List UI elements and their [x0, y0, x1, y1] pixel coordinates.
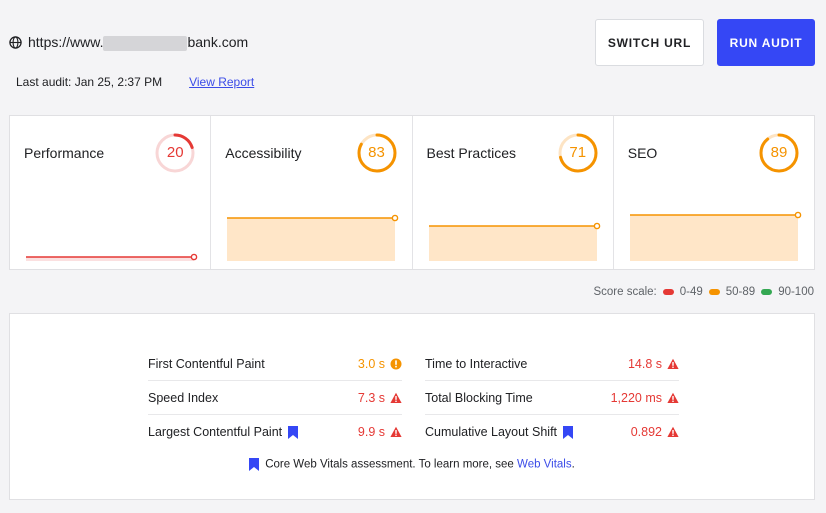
- metric-label-text: Largest Contentful Paint: [148, 424, 283, 439]
- metric-value: 3.0 s: [358, 357, 402, 371]
- trend-chart: [428, 222, 600, 261]
- url-suffix: bank.com: [187, 34, 249, 50]
- metric-value-text: 1,220 ms: [610, 390, 662, 405]
- legend-range: 0-49: [679, 286, 703, 298]
- legend-label: Score scale:: [593, 286, 657, 298]
- metric-label: Time to Interactive: [425, 357, 628, 371]
- metric-label-text: Total Blocking Time: [425, 390, 533, 405]
- metric-label: Total Blocking Time: [425, 391, 611, 405]
- metric-value-text: 3.0 s: [357, 356, 385, 371]
- info-circle-icon: [390, 358, 402, 369]
- warning-triangle-icon: [667, 358, 679, 369]
- metrics-right-column: Time to Interactive 14.8 s Total Blocking …: [425, 347, 679, 449]
- metric-value-text: 7.3 s: [357, 390, 385, 405]
- metric-value-text: 0.892: [630, 425, 662, 439]
- trend-chart: [26, 253, 198, 261]
- metric-label: Largest Contentful Paint: [148, 424, 358, 440]
- metric-row: Cumulative Layout Shift 0.892: [425, 415, 679, 449]
- score-value: 20: [166, 144, 184, 161]
- site-url: https://www. bank.com: [9, 34, 248, 51]
- metric-label-text: Speed Index: [148, 390, 219, 405]
- trend-chart: [629, 211, 802, 261]
- legend-orange-pill: [708, 289, 720, 295]
- trend-chart: [227, 214, 399, 261]
- legend-red-pill: [662, 289, 674, 295]
- score-scale-legend: Score scale: 0-49 50-89 90-100: [593, 286, 814, 298]
- view-report-link[interactable]: View Report: [189, 75, 254, 89]
- cwv-note: Core Web Vitals assessment. To learn mor…: [10, 458, 814, 471]
- warning-triangle-icon: [390, 426, 402, 437]
- switch-url-button[interactable]: SWITCH URL: [595, 19, 704, 66]
- legend-green-pill: [761, 289, 773, 295]
- metric-value: 7.3 s: [358, 391, 402, 405]
- metric-row: Speed Index 7.3 s: [148, 381, 402, 415]
- url-prefix: https://www.: [28, 34, 104, 50]
- legend-range: 50-89: [725, 286, 756, 298]
- metric-value: 0.892: [631, 425, 679, 439]
- metric-label-text: First Contentful Paint: [148, 356, 265, 371]
- metrics-left-column: First Contentful Paint 3.0 s Speed Index 7.…: [148, 347, 402, 449]
- web-vitals-link[interactable]: Web Vitals: [517, 459, 572, 471]
- metric-label: Cumulative Layout Shift: [425, 424, 631, 440]
- warning-triangle-icon: [667, 426, 679, 437]
- score-card-accessibility[interactable]: Accessibility 83: [211, 116, 413, 269]
- score-card-best-practices[interactable]: Best Practices 71: [413, 116, 614, 269]
- metric-value-text: 9.9 s: [357, 425, 385, 439]
- metric-value: 1,220 ms: [611, 391, 679, 405]
- card-title: Performance: [24, 145, 105, 161]
- metric-row: First Contentful Paint 3.0 s: [148, 347, 402, 381]
- run-audit-button[interactable]: RUN AUDIT: [717, 19, 815, 66]
- metric-row: Total Blocking Time 1,220 ms: [425, 381, 679, 415]
- redacted-domain: [103, 35, 188, 51]
- last-audit-text: Last audit: Jan 25, 2:37 PM: [16, 75, 163, 89]
- metric-row: Largest Contentful Paint 9.9 s: [148, 415, 402, 449]
- warning-triangle-icon: [390, 392, 402, 403]
- legend-range: 90-100: [778, 286, 814, 298]
- metric-label-text: Cumulative Layout Shift: [425, 424, 558, 439]
- score-value: 89: [770, 144, 788, 161]
- cwv-note-text: Core Web Vitals assessment. To learn mor…: [265, 458, 514, 471]
- score-card-performance[interactable]: Performance 20: [10, 116, 212, 269]
- score-cards: Performance 20 Accessibility 83 Best Pra…: [9, 115, 815, 270]
- core-web-vital-bookmark-icon: [288, 426, 299, 440]
- card-title: SEO: [627, 145, 658, 161]
- score-value: 71: [569, 144, 587, 161]
- bookmark-icon: [249, 458, 260, 471]
- metrics-panel: First Contentful Paint 3.0 s Speed Index 7.…: [9, 313, 815, 500]
- score-card-seo[interactable]: SEO 89: [614, 116, 814, 269]
- metric-row: Time to Interactive 14.8 s: [425, 347, 679, 381]
- warning-triangle-icon: [667, 392, 679, 403]
- core-web-vital-bookmark-icon: [563, 426, 574, 440]
- globe-icon: [9, 36, 22, 49]
- metric-value-text: 14.8 s: [627, 356, 662, 371]
- card-title: Best Practices: [426, 145, 516, 161]
- metric-label: Speed Index: [148, 391, 358, 405]
- metric-label: First Contentful Paint: [148, 357, 358, 371]
- card-title: Accessibility: [225, 145, 302, 161]
- score-value: 83: [368, 144, 385, 161]
- metric-value: 14.8 s: [628, 357, 679, 371]
- metric-label-text: Time to Interactive: [425, 356, 528, 371]
- metric-value: 9.9 s: [358, 425, 402, 439]
